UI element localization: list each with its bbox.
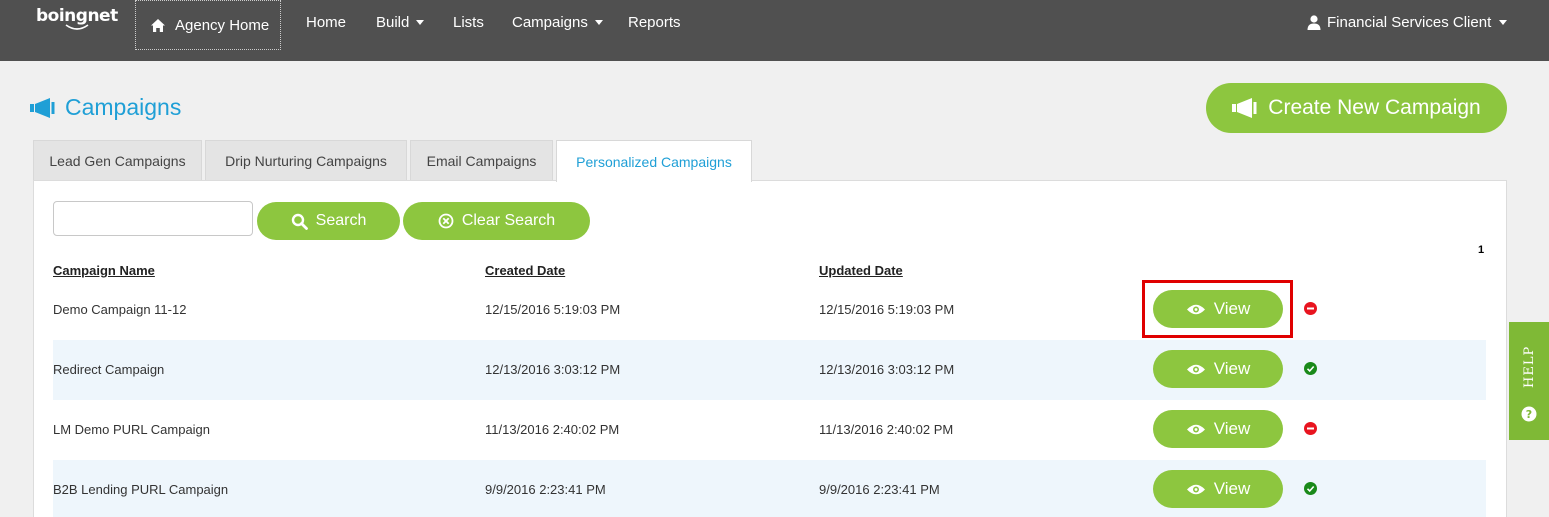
table-row: B2B Lending PURL Campaign 9/9/2016 2:23:…	[53, 460, 1486, 517]
view-button-label: View	[1213, 479, 1251, 498]
status-active-icon[interactable]	[1304, 362, 1317, 375]
clear-icon	[438, 213, 454, 229]
tab-lead-gen[interactable]: Lead Gen Campaigns	[33, 140, 202, 181]
created-date-cell: 11/13/2016 2:40:02 PM	[485, 422, 620, 437]
tab-email[interactable]: Email Campaigns	[410, 140, 553, 181]
highlight-box	[1142, 280, 1293, 338]
column-header-created-date[interactable]: Created Date	[485, 263, 565, 278]
create-new-campaign-label: Create New Campaign	[1268, 96, 1481, 119]
clear-search-label: Clear Search	[461, 212, 556, 229]
view-button-label: View	[1213, 359, 1251, 378]
agency-home-link[interactable]: Agency Home	[135, 0, 281, 50]
nav-campaigns-label: Campaigns	[512, 14, 588, 31]
updated-date-cell: 12/15/2016 5:19:03 PM	[819, 302, 955, 317]
campaign-name-cell: Demo Campaign 11-12	[53, 302, 187, 317]
campaign-name-cell: LM Demo PURL Campaign	[53, 422, 211, 437]
user-name: Financial Services Client	[1327, 14, 1492, 31]
clear-search-button[interactable]: Clear Search	[403, 202, 590, 240]
created-date-cell: 12/13/2016 3:03:12 PM	[485, 362, 621, 377]
nav-home-label: Home	[306, 14, 347, 31]
tab-label: Personalized Campaigns	[576, 153, 732, 170]
nav-build[interactable]: Build	[376, 14, 425, 31]
created-date-cell: 9/9/2016 2:23:41 PM	[485, 482, 606, 497]
page-title: Campaigns	[30, 94, 181, 121]
nav-build-label: Build	[376, 14, 410, 31]
eye-icon	[1186, 424, 1205, 434]
view-button-label: View	[1213, 419, 1251, 438]
search-icon	[291, 213, 308, 230]
updated-date-cell: 9/9/2016 2:23:41 PM	[819, 482, 940, 497]
view-button[interactable]: View	[1153, 410, 1283, 448]
table-row: Redirect Campaign 12/13/2016 3:03:12 PM …	[53, 340, 1486, 400]
user-icon	[1307, 15, 1321, 30]
question-icon: ?	[1521, 406, 1537, 422]
top-navbar: boingnet Agency Home Home Build Lists Ca…	[0, 0, 1549, 61]
campaign-name-cell: B2B Lending PURL Campaign	[53, 482, 229, 497]
column-header-updated-date[interactable]: Updated Date	[819, 263, 903, 278]
nav-reports-label: Reports	[628, 14, 681, 31]
view-button[interactable]: View	[1153, 470, 1283, 508]
megaphone-icon	[1232, 98, 1257, 118]
logo[interactable]: boingnet	[36, 6, 118, 30]
tab-drip-nurturing[interactable]: Drip Nurturing Campaigns	[205, 140, 407, 181]
help-tab[interactable]: HELP ?	[1509, 322, 1549, 440]
logo-swoosh-icon	[65, 24, 89, 30]
column-header-campaign-name[interactable]: Campaign Name	[53, 263, 155, 278]
caret-down-icon	[416, 20, 425, 25]
created-date-cell: 12/15/2016 5:19:03 PM	[485, 302, 621, 317]
user-menu[interactable]: Financial Services Client	[1307, 14, 1508, 31]
tab-label: Drip Nurturing Campaigns	[225, 153, 387, 169]
eye-icon	[1186, 484, 1205, 494]
megaphone-icon	[30, 97, 55, 118]
nav-campaigns[interactable]: Campaigns	[512, 14, 603, 31]
check-icon	[1306, 365, 1315, 373]
pagination-page-1[interactable]: 1	[1478, 244, 1484, 256]
home-icon	[151, 18, 165, 32]
check-icon	[1306, 485, 1315, 493]
eye-icon	[1186, 364, 1205, 374]
caret-down-icon	[594, 20, 603, 25]
status-inactive-icon[interactable]	[1304, 422, 1317, 435]
tab-label: Lead Gen Campaigns	[49, 153, 186, 169]
campaign-name-cell: Redirect Campaign	[53, 362, 165, 377]
nav-lists-label: Lists	[453, 14, 484, 31]
status-active-icon[interactable]	[1304, 482, 1317, 495]
search-button-label: Search	[315, 212, 367, 229]
search-input[interactable]	[53, 201, 253, 236]
create-new-campaign-button[interactable]: Create New Campaign	[1206, 83, 1507, 133]
page-title-text: Campaigns	[65, 94, 182, 120]
updated-date-cell: 11/13/2016 2:40:02 PM	[819, 422, 954, 437]
nav-reports[interactable]: Reports	[628, 14, 681, 31]
status-inactive-icon[interactable]	[1304, 302, 1317, 315]
help-label: HELP	[1522, 345, 1537, 388]
svg-text:?: ?	[1526, 408, 1532, 421]
agency-home-label: Agency Home	[175, 16, 270, 34]
updated-date-cell: 12/13/2016 3:03:12 PM	[819, 362, 955, 377]
minus-icon	[1307, 307, 1314, 310]
nav-lists[interactable]: Lists	[453, 14, 484, 31]
table-row: LM Demo PURL Campaign 11/13/2016 2:40:02…	[53, 400, 1486, 460]
tab-label: Email Campaigns	[426, 153, 537, 169]
search-button[interactable]: Search	[257, 202, 400, 240]
minus-icon	[1307, 427, 1314, 430]
nav-home[interactable]: Home	[306, 14, 346, 31]
view-button[interactable]: View	[1153, 350, 1283, 388]
caret-down-icon	[1499, 20, 1508, 25]
tab-personalized[interactable]: Personalized Campaigns	[556, 140, 752, 182]
